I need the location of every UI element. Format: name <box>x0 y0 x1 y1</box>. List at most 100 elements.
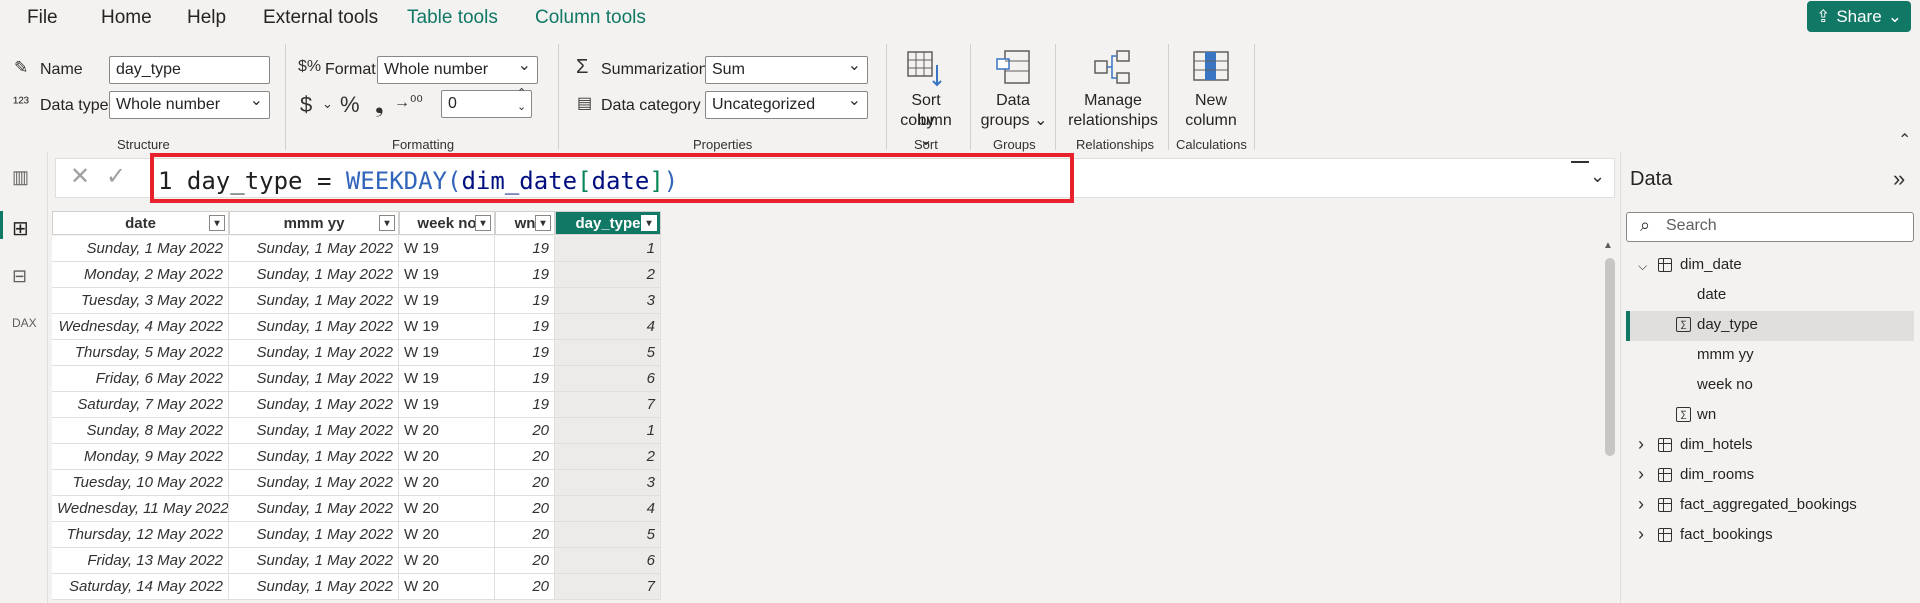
tree-item-week-no[interactable]: week no <box>1697 376 1753 393</box>
summarization-select[interactable]: Sum <box>705 56 868 84</box>
table-cell-day-type[interactable]: 4 <box>555 314 661 340</box>
menu-column-tools[interactable]: Column tools <box>535 7 646 37</box>
table-cell-mmm-yy[interactable]: Sunday, 1 May 2022 <box>229 366 399 392</box>
table-cell-week-no[interactable]: W 20 <box>399 574 495 600</box>
dax-query-view-icon[interactable]: DAX <box>12 316 37 330</box>
table-cell-wn[interactable]: 19 <box>495 340 555 366</box>
table-cell-mmm-yy[interactable]: Sunday, 1 May 2022 <box>229 574 399 600</box>
table-cell-day-type[interactable]: 1 <box>555 418 661 444</box>
table-cell-wn[interactable]: 20 <box>495 548 555 574</box>
tree-item-mmm-yy[interactable]: mmm yy <box>1697 346 1754 363</box>
tree-item-day-type[interactable]: day_type <box>1697 316 1758 333</box>
tree-item-dim-date[interactable]: dim_date <box>1680 256 1742 273</box>
table-cell-wn[interactable]: 19 <box>495 366 555 392</box>
table-cell-day-type[interactable]: 6 <box>555 548 661 574</box>
collapse-pane-icon[interactable]: » <box>1893 166 1905 192</box>
menu-table-tools[interactable]: Table tools <box>407 7 498 29</box>
expand-formula-icon[interactable]: ⌄ <box>1590 166 1605 187</box>
menu-home[interactable]: Home <box>101 7 152 29</box>
table-cell-mmm-yy[interactable]: Sunday, 1 May 2022 <box>229 470 399 496</box>
table-cell-week-no[interactable]: W 19 <box>399 366 495 392</box>
chevron-down-icon[interactable]: ⌵ <box>1638 259 1647 274</box>
table-cell-date[interactable]: Thursday, 12 May 2022 <box>52 522 229 548</box>
table-cell-week-no[interactable]: W 20 <box>399 548 495 574</box>
table-cell-week-no[interactable]: W 19 <box>399 314 495 340</box>
chevron-down-icon[interactable]: ⌄ <box>517 100 526 113</box>
tree-item-wn[interactable]: wn <box>1697 406 1716 423</box>
table-cell-wn[interactable]: 19 <box>495 262 555 288</box>
table-cell-mmm-yy[interactable]: Sunday, 1 May 2022 <box>229 548 399 574</box>
table-cell-week-no[interactable]: W 20 <box>399 418 495 444</box>
chevron-right-icon[interactable]: › <box>1638 494 1644 515</box>
table-cell-date[interactable]: Saturday, 7 May 2022 <box>52 392 229 418</box>
table-cell-date[interactable]: Thursday, 5 May 2022 <box>52 340 229 366</box>
table-cell-day-type[interactable]: 7 <box>555 392 661 418</box>
tree-item-date[interactable]: date <box>1697 286 1726 303</box>
tree-item-fact-bookings[interactable]: fact_bookings <box>1680 526 1773 543</box>
name-field[interactable]: day_type <box>109 56 270 84</box>
table-cell-week-no[interactable]: W 20 <box>399 470 495 496</box>
table-cell-wn[interactable]: 20 <box>495 418 555 444</box>
column-filter-dropdown-icon[interactable]: ▾ <box>379 215 395 231</box>
table-cell-mmm-yy[interactable]: Sunday, 1 May 2022 <box>229 314 399 340</box>
table-cell-mmm-yy[interactable]: Sunday, 1 May 2022 <box>229 418 399 444</box>
table-cell-day-type[interactable]: 6 <box>555 366 661 392</box>
table-cell-date[interactable]: Sunday, 1 May 2022 <box>52 236 229 262</box>
column-header-mmm-yy[interactable]: mmm yy ▾ <box>229 211 399 235</box>
table-cell-wn[interactable]: 20 <box>495 522 555 548</box>
vertical-scrollbar-thumb[interactable] <box>1605 258 1615 456</box>
tree-item-fact-aggregated-bookings[interactable]: fact_aggregated_bookings <box>1680 496 1857 513</box>
decimal-icon[interactable]: →⁰⁰ <box>394 92 423 112</box>
column-filter-dropdown-icon[interactable]: ▾ <box>209 215 225 231</box>
table-cell-date[interactable]: Monday, 2 May 2022 <box>52 262 229 288</box>
currency-icon[interactable]: $ <box>300 92 312 118</box>
table-cell-wn[interactable]: 19 <box>495 288 555 314</box>
menu-help[interactable]: Help <box>187 7 226 29</box>
table-cell-day-type[interactable]: 2 <box>555 444 661 470</box>
table-cell-day-type[interactable]: 5 <box>555 340 661 366</box>
column-filter-dropdown-icon[interactable]: ▾ <box>535 215 551 231</box>
percent-icon[interactable]: % <box>340 92 360 118</box>
chevron-right-icon[interactable]: › <box>1638 464 1644 485</box>
menu-file[interactable]: File <box>27 7 58 29</box>
table-cell-date[interactable]: Friday, 13 May 2022 <box>52 548 229 574</box>
chevron-right-icon[interactable]: › <box>1638 434 1644 455</box>
table-cell-date[interactable]: Sunday, 8 May 2022 <box>52 418 229 444</box>
table-cell-date[interactable]: Tuesday, 10 May 2022 <box>52 470 229 496</box>
table-cell-day-type[interactable]: 5 <box>555 522 661 548</box>
table-cell-wn[interactable]: 19 <box>495 314 555 340</box>
collapse-ribbon-icon[interactable]: ⌃ <box>1898 130 1911 150</box>
cancel-formula-icon[interactable]: ✕ <box>70 162 90 191</box>
column-header-wn[interactable]: wn ▾ <box>495 211 555 235</box>
table-cell-date[interactable]: Wednesday, 4 May 2022 <box>52 314 229 340</box>
table-cell-week-no[interactable]: W 20 <box>399 444 495 470</box>
tree-item-dim-hotels[interactable]: dim_hotels <box>1680 436 1753 453</box>
table-cell-week-no[interactable]: W 19 <box>399 236 495 262</box>
commit-formula-icon[interactable]: ✓ <box>106 162 126 191</box>
table-cell-mmm-yy[interactable]: Sunday, 1 May 2022 <box>229 496 399 522</box>
table-cell-week-no[interactable]: W 19 <box>399 288 495 314</box>
column-filter-dropdown-icon[interactable]: ▾ <box>641 215 657 231</box>
column-header-date[interactable]: date ▾ <box>52 211 229 235</box>
table-cell-day-type[interactable]: 3 <box>555 470 661 496</box>
table-cell-wn[interactable]: 20 <box>495 574 555 600</box>
table-cell-week-no[interactable]: W 19 <box>399 340 495 366</box>
table-cell-wn[interactable]: 20 <box>495 444 555 470</box>
table-cell-wn[interactable]: 20 <box>495 470 555 496</box>
format-select[interactable]: Whole number <box>377 56 538 84</box>
column-filter-dropdown-icon[interactable]: ▾ <box>475 215 491 231</box>
table-cell-mmm-yy[interactable]: Sunday, 1 May 2022 <box>229 444 399 470</box>
tree-item-dim-rooms[interactable]: dim_rooms <box>1680 466 1754 483</box>
table-cell-week-no[interactable]: W 20 <box>399 496 495 522</box>
table-cell-date[interactable]: Tuesday, 3 May 2022 <box>52 288 229 314</box>
table-cell-day-type[interactable]: 4 <box>555 496 661 522</box>
chevron-down-icon[interactable]: ⌄ <box>322 96 333 112</box>
data-type-select[interactable]: Whole number <box>109 91 270 119</box>
table-cell-day-type[interactable]: 3 <box>555 288 661 314</box>
table-cell-date[interactable]: Monday, 9 May 2022 <box>52 444 229 470</box>
table-cell-wn[interactable]: 20 <box>495 496 555 522</box>
table-cell-wn[interactable]: 19 <box>495 392 555 418</box>
menu-external-tools[interactable]: External tools <box>263 7 378 29</box>
table-cell-week-no[interactable]: W 20 <box>399 522 495 548</box>
table-cell-day-type[interactable]: 1 <box>555 236 661 262</box>
